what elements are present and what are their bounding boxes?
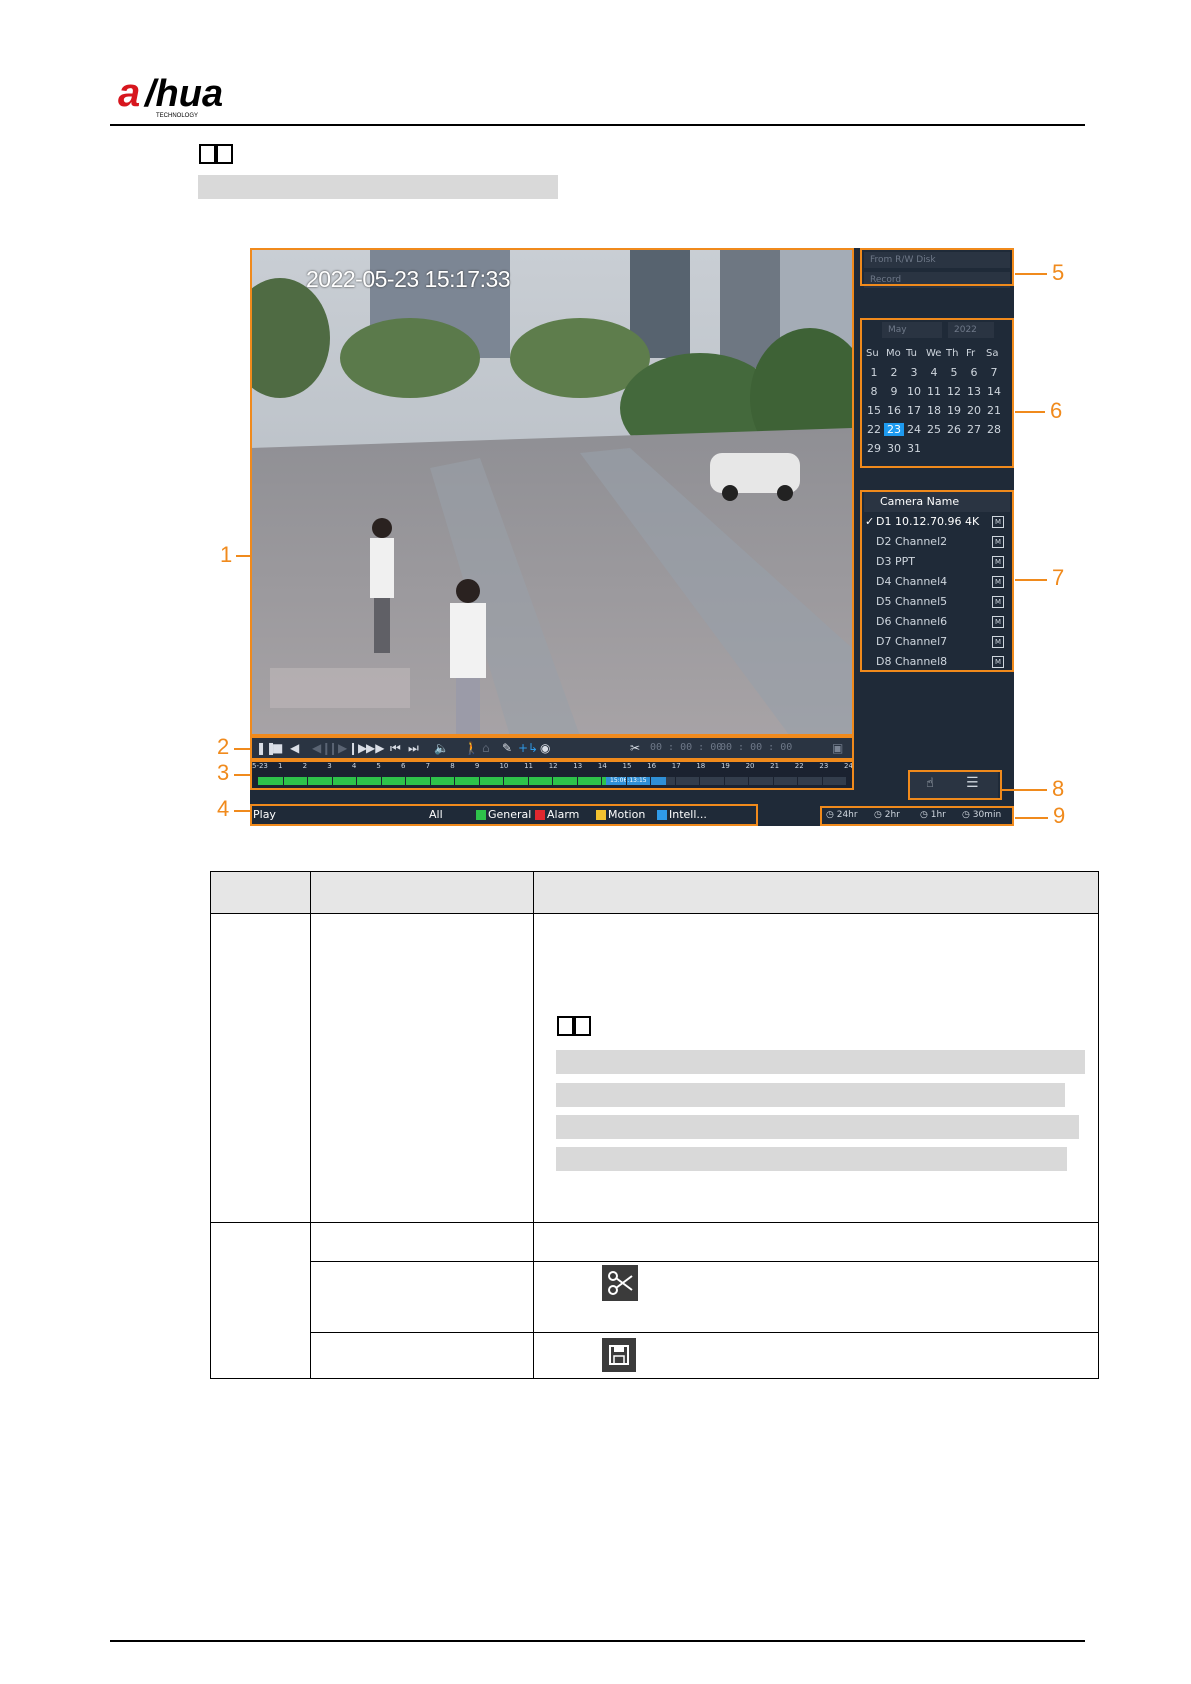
table-border	[1098, 871, 1099, 1379]
leader-1	[236, 555, 250, 557]
leader-4	[234, 810, 250, 812]
callout-box-8	[908, 770, 1002, 800]
table-border	[533, 871, 534, 1379]
brand-logo: a /hua TECHNOLOGY	[118, 71, 268, 122]
callout-9: 9	[1053, 803, 1066, 828]
callout-1: 1	[220, 542, 233, 567]
callout-box-2	[250, 736, 854, 760]
callout-box-1	[250, 248, 854, 736]
clip-icon	[602, 1265, 638, 1301]
callout-box-6	[860, 318, 1014, 468]
callout-6: 6	[1050, 398, 1063, 423]
book-icon	[556, 1014, 592, 1038]
redacted-note-line	[556, 1083, 1065, 1107]
callout-3: 3	[217, 760, 230, 785]
table-border	[310, 871, 311, 1379]
brand-sub: TECHNOLOGY	[156, 113, 198, 119]
footer-rule	[110, 1640, 1085, 1642]
table-border	[210, 1378, 1099, 1379]
book-icon	[198, 142, 234, 166]
callout-box-9	[820, 806, 1014, 826]
redacted-note-line	[198, 175, 558, 199]
table-border	[310, 1332, 1099, 1333]
table-border	[210, 871, 1099, 872]
table-header	[211, 872, 1098, 913]
table-border	[310, 1261, 1099, 1262]
header-rule	[110, 124, 1085, 126]
redacted-note-line	[556, 1115, 1079, 1139]
callout-8: 8	[1052, 776, 1065, 801]
playback-screenshot: 2022-05-23 15:17:33 ❚❚ ■ ◀ ◀❙ ❙▶ ❙▶ ▶▶ ⏮…	[250, 248, 1014, 826]
table-border	[210, 1222, 1099, 1223]
callout-box-7	[860, 490, 1014, 672]
leader-3	[234, 774, 250, 776]
svg-text:a: a	[118, 72, 140, 115]
redacted-note-line	[556, 1050, 1085, 1074]
callout-7: 7	[1052, 565, 1065, 590]
leader-6	[1015, 411, 1045, 413]
callout-box-3	[250, 760, 854, 790]
table-border	[210, 871, 211, 1379]
redacted-note-line	[556, 1147, 1067, 1171]
callout-box-5	[860, 248, 1014, 286]
leader-8	[1002, 789, 1047, 791]
leader-7	[1015, 579, 1047, 581]
logo-icon: a /hua TECHNOLOGY	[118, 71, 223, 119]
callout-2: 2	[217, 734, 230, 759]
callout-box-4	[250, 804, 758, 826]
leader-5	[1015, 273, 1047, 275]
callout-5: 5	[1052, 260, 1065, 285]
leader-9	[1015, 817, 1048, 819]
table-border	[210, 913, 1099, 914]
callout-4: 4	[217, 796, 230, 821]
save-icon	[602, 1338, 636, 1372]
leader-2	[234, 748, 250, 750]
svg-text:/hua: /hua	[143, 73, 223, 115]
